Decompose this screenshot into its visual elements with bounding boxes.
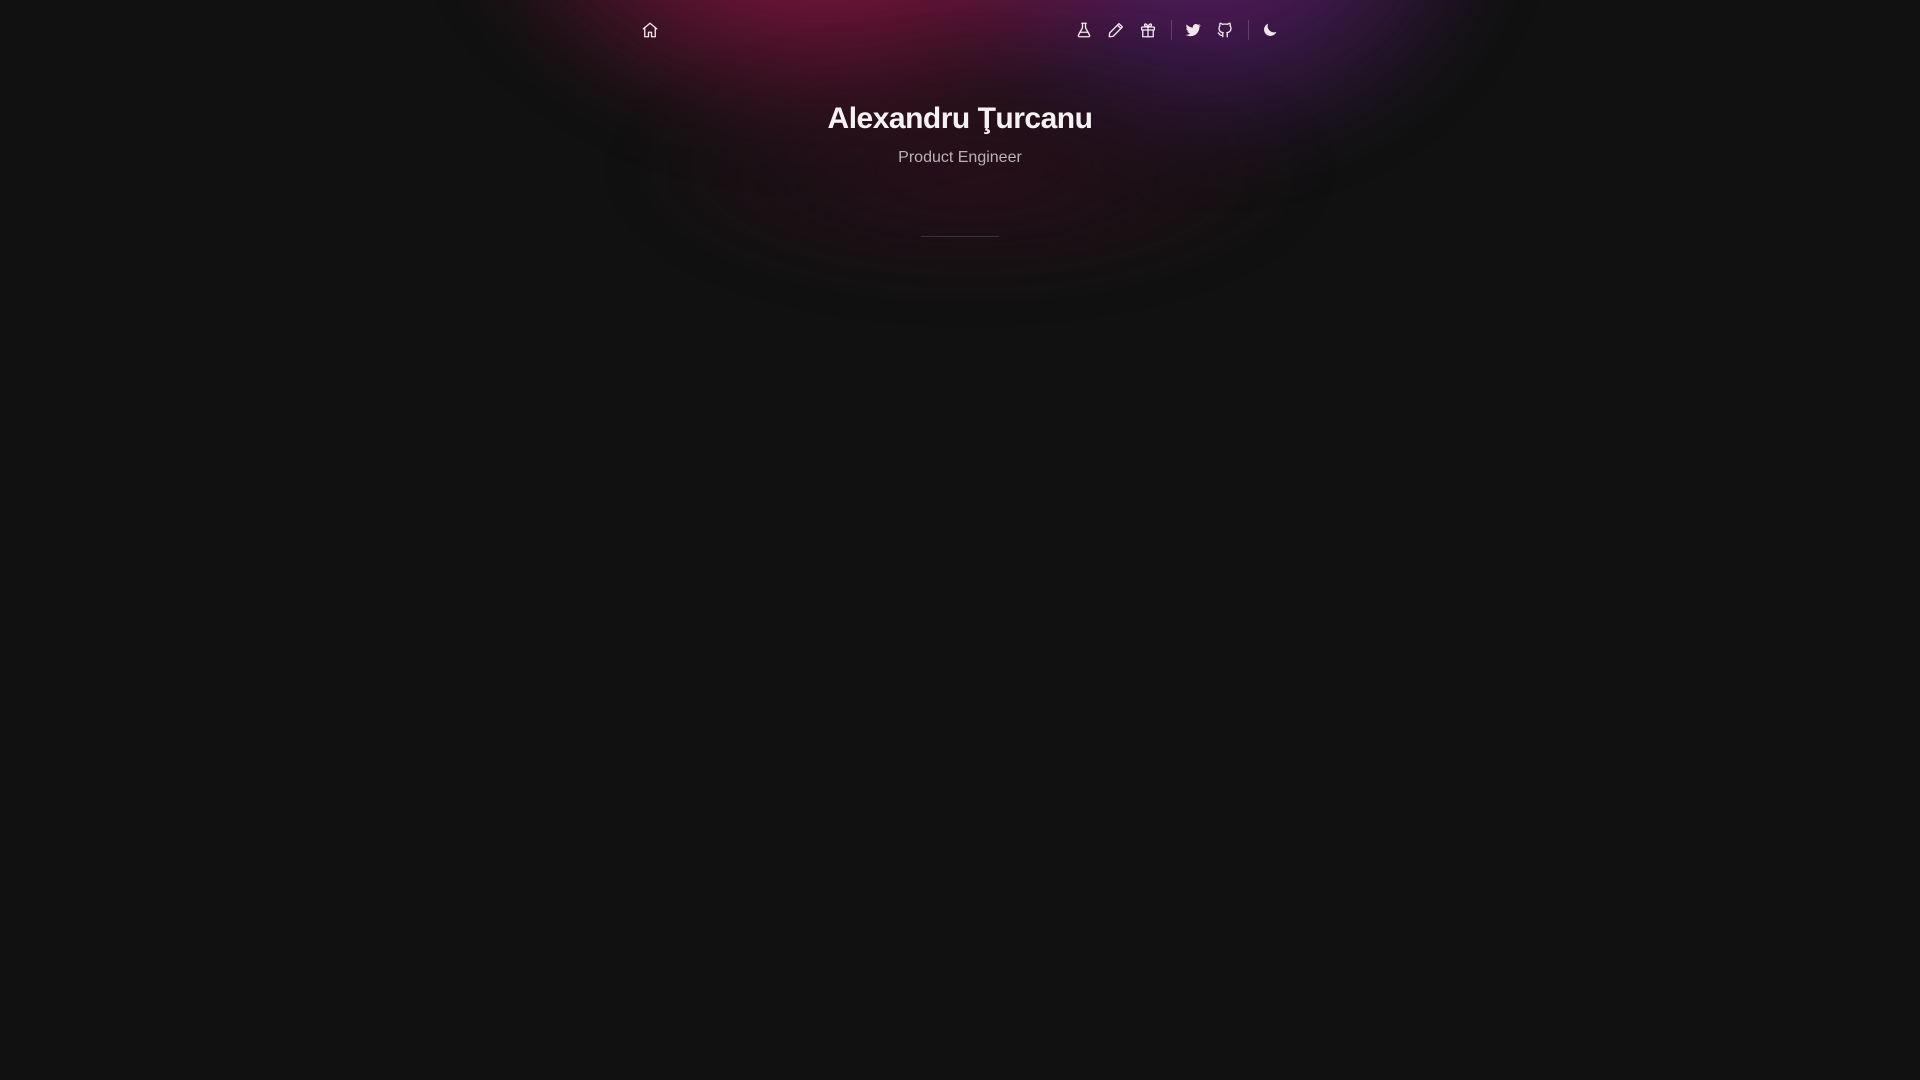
twitter-link[interactable] (1179, 16, 1207, 44)
background-glow-lower (620, 40, 1320, 300)
page: Alexandru Ţurcanu Product Engineer (0, 0, 1920, 1080)
gifts-link[interactable] (1134, 16, 1162, 44)
profile-header: Alexandru Ţurcanu Product Engineer (0, 96, 1920, 170)
gift-icon (1140, 23, 1156, 38)
twitter-icon (1185, 23, 1201, 37)
nav-divider (1248, 20, 1249, 40)
moon-icon (1264, 23, 1277, 36)
pencil-icon (1108, 22, 1124, 38)
github-link[interactable] (1211, 16, 1239, 44)
home-link[interactable] (636, 16, 664, 44)
flask-icon (1077, 22, 1091, 38)
home-icon (642, 22, 658, 38)
top-nav (0, 0, 1920, 60)
github-icon (1217, 22, 1232, 38)
section-divider (921, 236, 999, 237)
page-subtitle: Product Engineer (898, 149, 1022, 166)
nav-divider (1171, 20, 1172, 40)
page-title: Alexandru Ţurcanu (827, 102, 1093, 135)
writing-link[interactable] (1102, 16, 1130, 44)
lab-link[interactable] (1070, 16, 1098, 44)
theme-toggle-button[interactable] (1256, 16, 1284, 44)
